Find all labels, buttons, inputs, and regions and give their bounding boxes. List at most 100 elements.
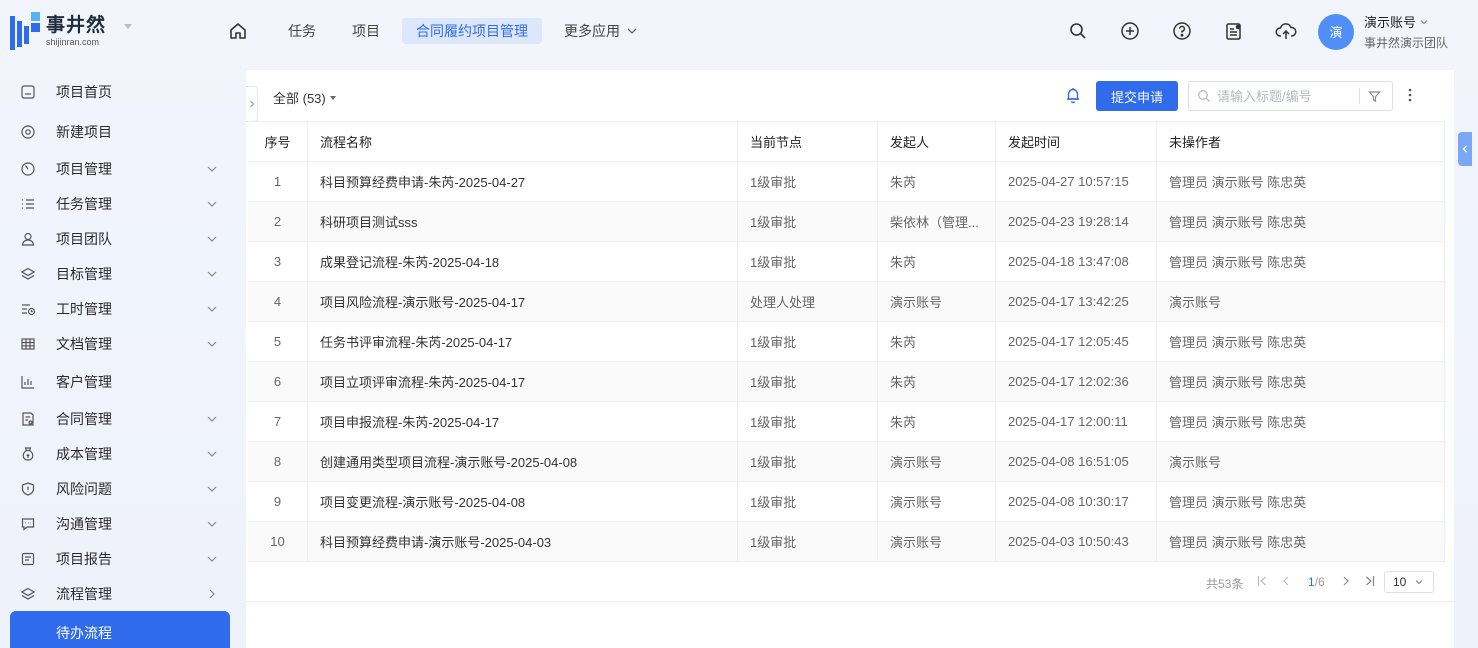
process-name[interactable]: 项目申报流程-朱芮-2025-04-17 bbox=[308, 402, 738, 441]
cloud-upload-icon[interactable] bbox=[1274, 18, 1298, 44]
user-icon bbox=[20, 231, 36, 247]
chat-icon bbox=[20, 516, 36, 532]
current-node: 1级审批 bbox=[738, 242, 878, 281]
process-name[interactable]: 科目预算经费申请-朱芮-2025-04-27 bbox=[308, 162, 738, 201]
last-page-icon[interactable] bbox=[1364, 574, 1376, 588]
initiator: 朱芮 bbox=[878, 402, 996, 441]
table-row[interactable]: 3 成果登记流程-朱芮-2025-04-18 1级审批 朱芮 2025-04-1… bbox=[248, 242, 1445, 282]
table-row[interactable]: 4 项目风险流程-演示账号-2025-04-17 处理人处理 演示账号 2025… bbox=[248, 282, 1445, 322]
column-header[interactable]: 序号 bbox=[248, 122, 308, 161]
process-name[interactable]: 创建通用类型项目流程-演示账号-2025-04-08 bbox=[308, 442, 738, 481]
search-divider bbox=[1359, 88, 1360, 104]
right-drawer-toggle[interactable] bbox=[1458, 132, 1472, 166]
column-header[interactable]: 当前节点 bbox=[738, 122, 878, 161]
initiator: 朱芮 bbox=[878, 162, 996, 201]
next-page-icon[interactable] bbox=[1340, 574, 1352, 588]
collapse-sidebar-toggle[interactable] bbox=[246, 86, 258, 122]
submit-request-button[interactable]: 提交申请 bbox=[1096, 81, 1178, 111]
filter-icon[interactable] bbox=[1368, 90, 1381, 103]
sidebar-item-project-team[interactable]: 项目团队 bbox=[20, 224, 224, 254]
avatar[interactable]: 演 bbox=[1318, 13, 1354, 50]
process-name[interactable]: 项目变更流程-演示账号-2025-04-08 bbox=[308, 482, 738, 521]
search-box bbox=[1188, 81, 1393, 111]
table-row[interactable]: 5 任务书评审流程-朱芮-2025-04-17 1级审批 朱芮 2025-04-… bbox=[248, 322, 1445, 362]
sidebar-item-pending-processes[interactable]: 待办流程 bbox=[10, 611, 230, 648]
start-time: 2025-04-17 12:05:45 bbox=[996, 322, 1157, 361]
initiator: 演示账号 bbox=[878, 522, 996, 561]
search-icon[interactable] bbox=[1066, 18, 1090, 44]
table-row[interactable]: 9 项目变更流程-演示账号-2025-04-08 1级审批 演示账号 2025-… bbox=[248, 482, 1445, 522]
sidebar-item-goal-management[interactable]: 目标管理 bbox=[20, 259, 224, 289]
pending-operators: 管理员 演示账号 陈忠英 bbox=[1157, 402, 1445, 441]
search-input[interactable] bbox=[1217, 88, 1357, 104]
table-row[interactable]: 10 科目预算经费申请-演示账号-2025-04-03 1级审批 演示账号 20… bbox=[248, 522, 1445, 562]
process-name[interactable]: 任务书评审流程-朱芮-2025-04-17 bbox=[308, 322, 738, 361]
initiator: 演示账号 bbox=[878, 282, 996, 321]
process-table: 序号 流程名称 当前节点 发起人 发起时间 未操作者 1 科目预算经费申请-朱芮… bbox=[248, 121, 1445, 562]
table-row[interactable]: 6 项目立项评审流程-朱芮-2025-04-17 1级审批 朱芮 2025-04… bbox=[248, 362, 1445, 402]
sidebar-item-project-home[interactable]: 项目首页 bbox=[20, 77, 224, 107]
initiator: 演示账号 bbox=[878, 442, 996, 481]
sidebar-item-cost-management[interactable]: 成本管理 bbox=[20, 439, 224, 469]
bell-icon[interactable] bbox=[1064, 86, 1082, 107]
sidebar-item-communication-management[interactable]: 沟通管理 bbox=[20, 509, 224, 539]
table-row[interactable]: 1 科目预算经费申请-朱芮-2025-04-27 1级审批 朱芮 2025-04… bbox=[248, 162, 1445, 202]
sidebar-item-customer-management[interactable]: 客户管理 bbox=[20, 367, 224, 397]
column-header[interactable]: 发起人 bbox=[878, 122, 996, 161]
process-name[interactable]: 项目立项评审流程-朱芮-2025-04-17 bbox=[308, 362, 738, 401]
page-size-select[interactable]: 10 bbox=[1384, 571, 1434, 593]
notes-icon[interactable] bbox=[1222, 18, 1246, 44]
chevron-down-icon bbox=[627, 28, 637, 34]
column-header[interactable]: 未操作者 bbox=[1157, 122, 1445, 161]
help-icon[interactable] bbox=[1170, 18, 1194, 44]
chevron-right-icon bbox=[249, 100, 254, 108]
pending-operators: 管理员 演示账号 陈忠英 bbox=[1157, 202, 1445, 241]
process-name[interactable]: 成果登记流程-朱芮-2025-04-18 bbox=[308, 242, 738, 281]
row-index: 1 bbox=[248, 162, 308, 201]
column-header[interactable]: 流程名称 bbox=[308, 122, 738, 161]
table-row[interactable]: 7 项目申报流程-朱芮-2025-04-17 1级审批 朱芮 2025-04-1… bbox=[248, 402, 1445, 442]
pager-current-page: 1 bbox=[1308, 575, 1315, 589]
filter-all-dropdown[interactable]: 全部 (53) bbox=[273, 88, 336, 107]
table-row[interactable]: 2 科研项目测试sss 1级审批 柴依林（管理... 2025-04-23 19… bbox=[248, 202, 1445, 242]
process-name[interactable]: 项目风险流程-演示账号-2025-04-17 bbox=[308, 282, 738, 321]
brand-logo[interactable]: 事井然 shijinran.com bbox=[10, 11, 136, 51]
sidebar-item-document-management[interactable]: 文档管理 bbox=[20, 329, 224, 359]
row-index: 4 bbox=[248, 282, 308, 321]
at-icon bbox=[20, 124, 36, 140]
current-node: 1级审批 bbox=[738, 482, 878, 521]
nav-more-label: 更多应用 bbox=[564, 23, 620, 39]
add-circle-icon[interactable] bbox=[1118, 18, 1142, 44]
logo-mark-icon bbox=[10, 12, 40, 50]
page-size-value: 10 bbox=[1393, 575, 1407, 589]
nav-item-tasks[interactable]: 任务 bbox=[274, 18, 330, 44]
process-name[interactable]: 科研项目测试sss bbox=[308, 202, 738, 241]
user-menu[interactable]: 演 演示账号 事井然演示团队 bbox=[1318, 12, 1448, 51]
brand-caret-icon[interactable] bbox=[124, 24, 132, 29]
sidebar-item-process-management[interactable]: 流程管理 bbox=[20, 579, 224, 609]
prev-page-icon[interactable] bbox=[1280, 574, 1292, 588]
pending-operators: 管理员 演示账号 陈忠英 bbox=[1157, 242, 1445, 281]
column-header[interactable]: 发起时间 bbox=[996, 122, 1157, 161]
main-nav: 任务 项目 合同履约项目管理 更多应用 bbox=[224, 18, 660, 44]
table-row[interactable]: 8 创建通用类型项目流程-演示账号-2025-04-08 1级审批 演示账号 2… bbox=[248, 442, 1445, 482]
sidebar-item-risk-issues[interactable]: 风险问题 bbox=[20, 474, 224, 504]
process-name[interactable]: 科目预算经费申请-演示账号-2025-04-03 bbox=[308, 522, 738, 561]
shield-icon bbox=[20, 481, 36, 497]
sidebar-item-task-management[interactable]: 任务管理 bbox=[20, 189, 224, 219]
sidebar-item-project-report[interactable]: 项目报告 bbox=[20, 544, 224, 574]
sidebar-item-new-project[interactable]: 新建项目 bbox=[20, 117, 224, 147]
nav-more-apps[interactable]: 更多应用 bbox=[550, 18, 652, 44]
sidebar-item-contract-management[interactable]: 合同管理 bbox=[20, 404, 224, 434]
nav-item-contract-projects[interactable]: 合同履约项目管理 bbox=[402, 18, 542, 44]
first-page-icon[interactable] bbox=[1256, 574, 1268, 588]
more-options-icon[interactable] bbox=[1406, 86, 1414, 107]
home-icon[interactable] bbox=[224, 18, 252, 44]
start-time: 2025-04-23 19:28:14 bbox=[996, 202, 1157, 241]
table-icon bbox=[20, 336, 36, 352]
pending-operators: 管理员 演示账号 陈忠英 bbox=[1157, 162, 1445, 201]
pending-operators: 演示账号 bbox=[1157, 282, 1445, 321]
nav-item-projects[interactable]: 项目 bbox=[338, 18, 394, 44]
sidebar-item-timesheet-management[interactable]: 工时管理 bbox=[20, 294, 224, 324]
sidebar-item-project-management[interactable]: 项目管理 bbox=[20, 154, 224, 184]
